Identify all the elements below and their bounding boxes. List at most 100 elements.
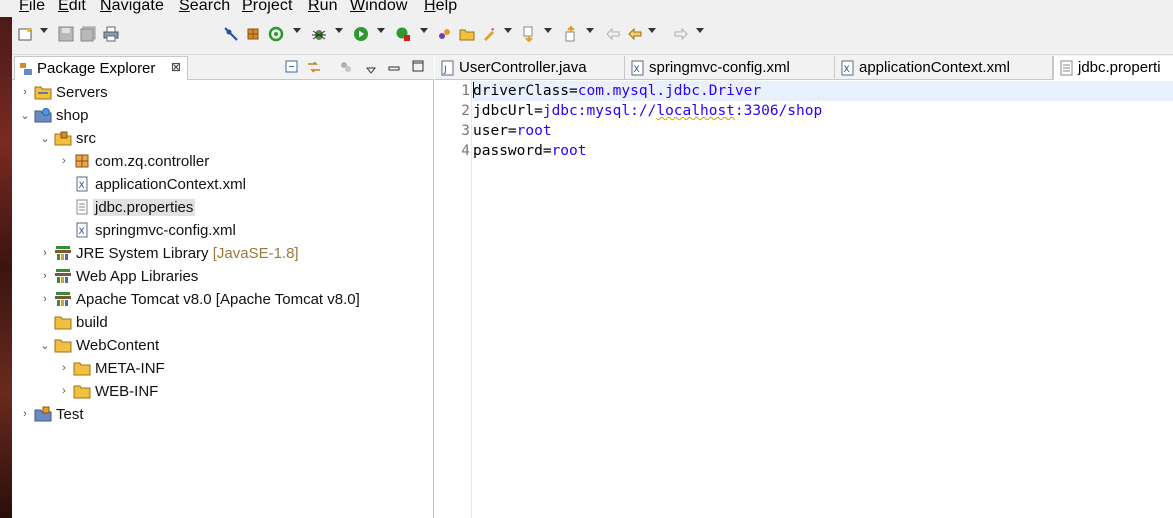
chevron-right-icon[interactable]: › <box>38 293 52 305</box>
tree-item-shop[interactable]: ⌄ shop <box>18 104 91 126</box>
main-toolbar <box>12 17 1173 55</box>
package-explorer-view: Package Explorer ⊠ › Servers ⌄ shop ⌄ sr… <box>12 55 434 518</box>
chevron-right-icon[interactable]: › <box>57 155 71 167</box>
xml-file-icon: X <box>73 222 91 238</box>
last-edit-location-icon[interactable] <box>562 25 580 43</box>
menu-help[interactable]: Help <box>424 0 457 15</box>
tab-jdbc-properties[interactable]: jdbc.properti <box>1053 56 1173 80</box>
new-java-project-icon[interactable] <box>244 25 262 43</box>
svg-text:X: X <box>844 65 850 75</box>
tab-package-explorer[interactable]: Package Explorer ⊠ <box>14 56 188 80</box>
filters-icon[interactable] <box>338 59 354 75</box>
svg-text:X: X <box>634 65 640 75</box>
refresh-icon[interactable] <box>267 25 285 43</box>
line-number: 2 <box>461 103 470 119</box>
link-with-editor-icon[interactable] <box>306 59 322 75</box>
package-explorer-icon <box>19 62 33 76</box>
back-icon[interactable] <box>604 25 622 43</box>
chevron-right-icon[interactable]: › <box>18 86 32 98</box>
line-number-ruler: 1 2 3 4 <box>435 80 472 518</box>
collapse-all-icon[interactable] <box>284 59 300 75</box>
package-explorer-title: Package Explorer <box>37 60 156 77</box>
next-annotation-icon[interactable] <box>480 25 498 43</box>
tree-item-build[interactable]: build <box>52 311 110 333</box>
tree-item-springmvc-config-xml[interactable]: X springmvc-config.xml <box>71 219 238 241</box>
xml-file-icon: X <box>841 60 855 76</box>
tree-item-jre-system-library[interactable]: › JRE System Library [JavaSE-1.8] <box>38 242 301 264</box>
chevron-right-icon[interactable]: › <box>18 408 32 420</box>
minimize-icon[interactable] <box>388 61 400 71</box>
run-icon[interactable] <box>352 25 370 43</box>
code-line[interactable]: user=root <box>473 121 1173 141</box>
menu-navigate[interactable]: Navigate <box>100 0 164 15</box>
toggle-breakpoint-icon[interactable] <box>222 25 240 43</box>
debug-icon[interactable] <box>310 25 328 43</box>
forward-icon[interactable] <box>672 25 690 43</box>
chevron-right-icon[interactable]: › <box>57 362 71 374</box>
tree-item-apache-tomcat[interactable]: › Apache Tomcat v8.0 [Apache Tomcat v8.0… <box>38 288 362 310</box>
close-icon[interactable]: ⊠ <box>171 60 181 74</box>
tree-item-jdbc-properties[interactable]: jdbc.properties <box>71 196 196 218</box>
folder-icon <box>73 383 91 399</box>
tree-item-webcontent[interactable]: ⌄ WebContent <box>38 334 161 356</box>
save-icon[interactable] <box>57 25 75 43</box>
chevron-down-icon[interactable]: ⌄ <box>38 339 52 352</box>
folder-icon <box>73 360 91 376</box>
chevron-down-icon[interactable]: ⌄ <box>18 109 32 122</box>
new-package-icon[interactable] <box>436 25 454 43</box>
tree-item-src[interactable]: ⌄ src <box>38 127 98 149</box>
menu-edit[interactable]: Edit <box>58 0 86 15</box>
library-icon <box>54 245 72 261</box>
tree-item-test[interactable]: › Test <box>18 403 86 425</box>
editor-tabbar: J UserController.java X springmvc-config… <box>435 55 1173 80</box>
menu-project[interactable]: Project <box>242 0 293 15</box>
java-file-icon: J <box>441 60 455 76</box>
line-number: 1 <box>461 83 470 99</box>
tree-item-applicationcontext-xml[interactable]: X applicationContext.xml <box>71 173 248 195</box>
tab-springmvc-config-xml[interactable]: X springmvc-config.xml <box>625 56 835 80</box>
previous-annotation-icon[interactable] <box>520 25 538 43</box>
menu-search[interactable]: Search <box>179 0 230 15</box>
menu-bar: File Edit Navigate Search Project Run Wi… <box>0 0 1173 17</box>
xml-file-icon: X <box>631 60 645 76</box>
print-icon[interactable] <box>102 25 120 43</box>
editor-area: J UserController.java X springmvc-config… <box>435 55 1173 518</box>
properties-editor-text[interactable]: driverClass=com.mysql.jdbc.Driver jdbcUr… <box>473 80 1173 518</box>
save-all-icon[interactable] <box>79 25 97 43</box>
package-explorer-tabbar: Package Explorer ⊠ <box>12 55 434 80</box>
web-project-icon <box>34 107 52 123</box>
java-project-icon <box>34 406 52 422</box>
menu-window[interactable]: Window <box>350 0 408 15</box>
svg-text:J: J <box>443 65 447 75</box>
tab-applicationcontext-xml[interactable]: X applicationContext.xml <box>835 56 1053 80</box>
svg-text:X: X <box>79 227 85 237</box>
folder-icon <box>34 84 52 100</box>
maximize-icon[interactable] <box>412 59 424 72</box>
chevron-right-icon[interactable]: › <box>38 247 52 259</box>
chevron-right-icon[interactable]: › <box>38 270 52 282</box>
spelling-warning: localhost <box>656 103 735 119</box>
code-line[interactable]: password=root <box>473 141 1173 161</box>
tree-item-servers[interactable]: › Servers <box>18 81 110 103</box>
new-wizard-icon[interactable] <box>17 25 35 43</box>
tab-usercontroller-java[interactable]: J UserController.java <box>435 56 625 80</box>
chevron-down-icon[interactable]: ⌄ <box>38 132 52 145</box>
chevron-right-icon[interactable]: › <box>57 385 71 397</box>
tree-item-web-inf[interactable]: › WEB-INF <box>57 380 160 402</box>
folder-icon <box>54 314 72 330</box>
tree-item-web-app-libraries[interactable]: › Web App Libraries <box>38 265 200 287</box>
library-icon <box>54 291 72 307</box>
tree-item-meta-inf[interactable]: › META-INF <box>57 357 167 379</box>
view-menu-icon[interactable] <box>365 62 377 74</box>
code-line[interactable]: jdbcUrl=jdbc:mysql://localhost:3306/shop <box>473 101 1173 121</box>
package-icon <box>73 153 91 169</box>
tree-item-com-zq-controller[interactable]: › com.zq.controller <box>57 150 211 172</box>
code-line[interactable]: driverClass=com.mysql.jdbc.Driver <box>473 81 1173 101</box>
back-icon[interactable] <box>626 25 644 43</box>
menu-file[interactable]: File <box>19 0 45 15</box>
open-type-icon[interactable] <box>458 25 476 43</box>
menu-run[interactable]: Run <box>308 0 338 15</box>
line-number: 3 <box>461 123 470 139</box>
external-tools-icon[interactable] <box>394 25 412 43</box>
library-icon <box>54 268 72 284</box>
